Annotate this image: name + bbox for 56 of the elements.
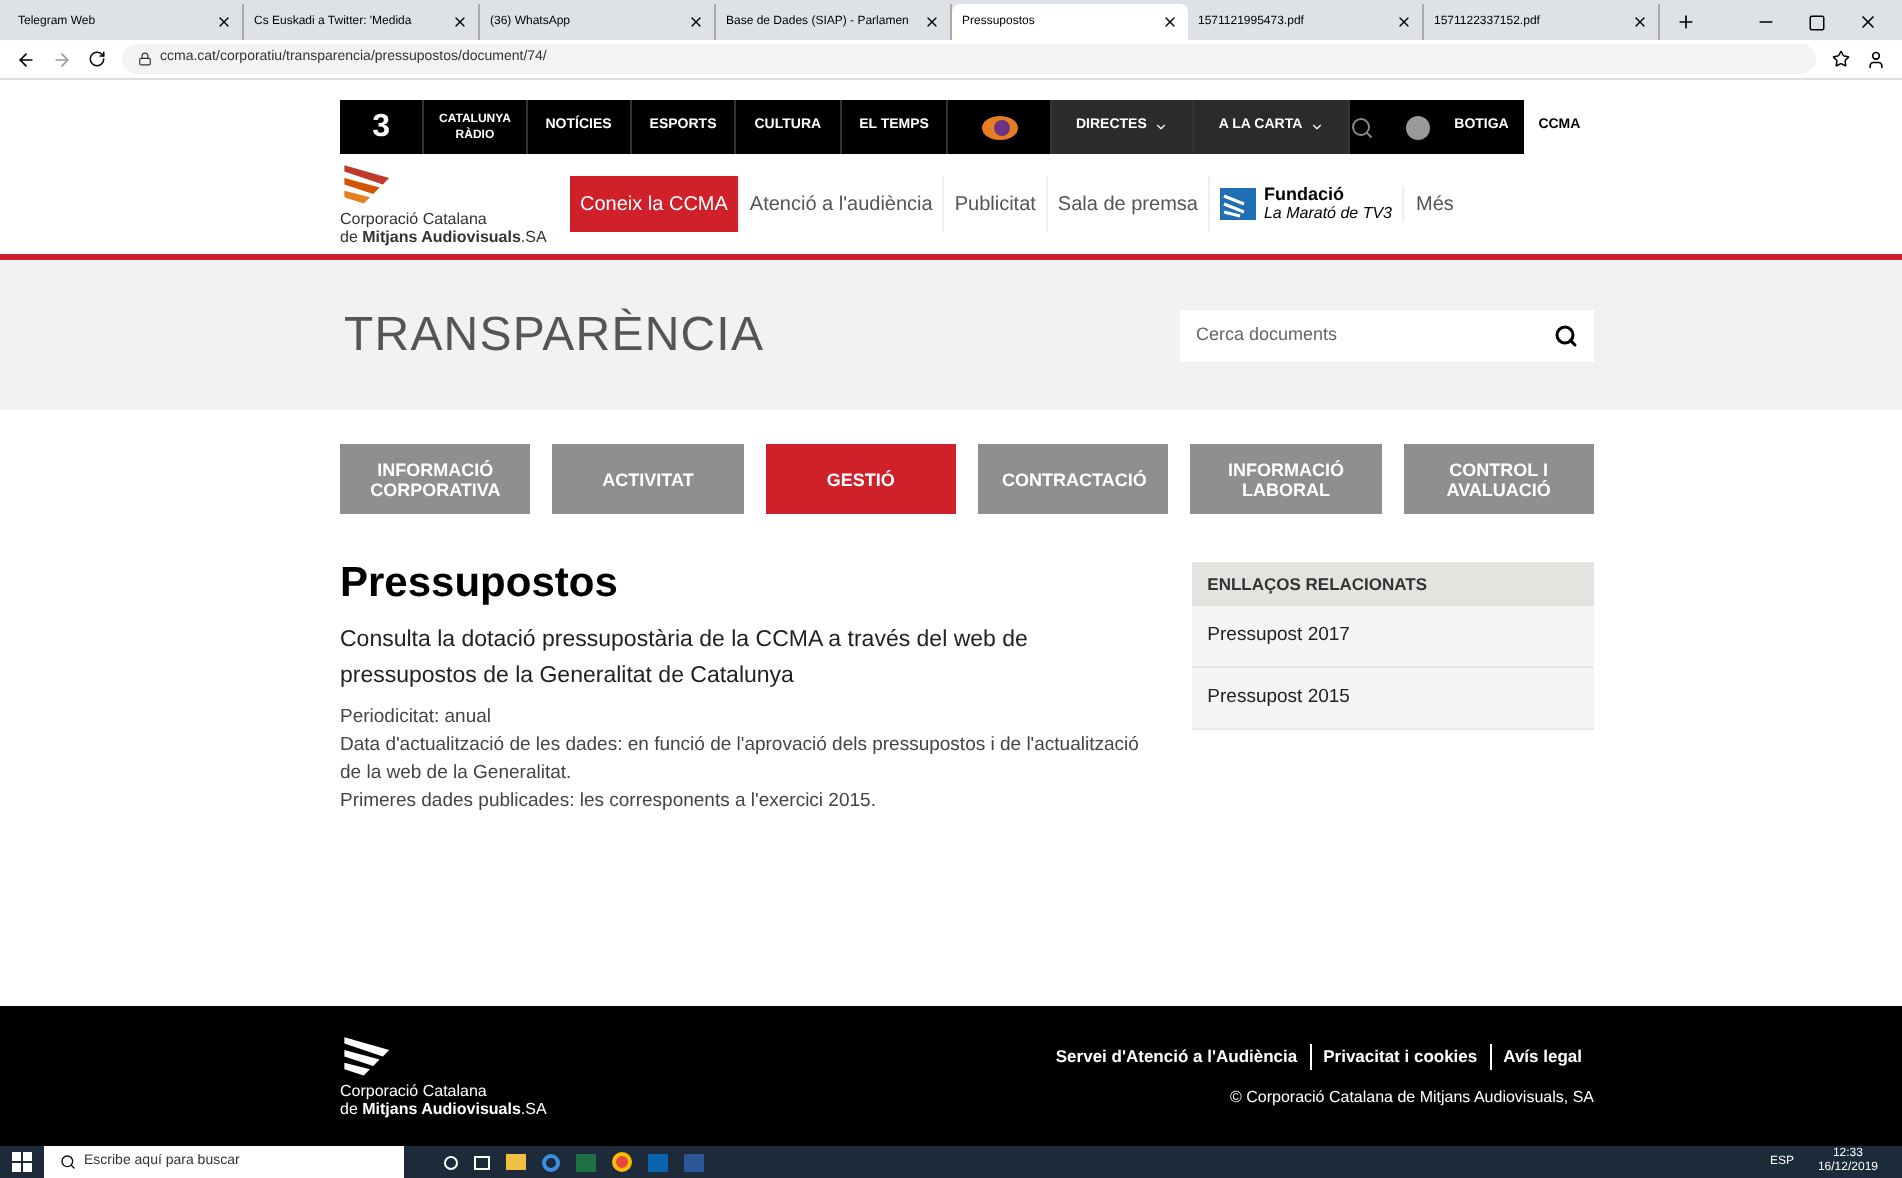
article-text: Primeres dades publicades: les corresponents a l'exercici 2015.: [340, 788, 878, 816]
search-box[interactable]: Cerca documents: [1180, 309, 1594, 361]
tv3-logo[interactable]: 3: [372, 103, 391, 151]
related-link[interactable]: Pressupost 2015: [1207, 683, 1350, 713]
profile-icon[interactable]: [1866, 49, 1886, 69]
chrome-app-icon[interactable]: [612, 1152, 632, 1172]
search-field[interactable]: Cerca documents: [1196, 321, 1538, 349]
close-icon[interactable]: [452, 14, 468, 30]
related-header: ENLLAÇOS RELACIONATS: [1191, 562, 1594, 606]
menu-link[interactable]: Sala de premsa: [1047, 176, 1210, 232]
spreadsheet-app-icon[interactable]: [576, 1153, 596, 1171]
search-icon: [60, 1154, 76, 1170]
cortana-icon[interactable]: [444, 1155, 458, 1169]
menu-link[interactable]: Coneix la CCMA: [570, 176, 740, 232]
windows-icon[interactable]: [12, 1152, 32, 1172]
close-icon[interactable]: [1632, 14, 1648, 30]
footer-link[interactable]: Avís legal: [1489, 1044, 1594, 1070]
bookmark-icon[interactable]: [1832, 50, 1850, 68]
menu-link[interactable]: Atenció a l'audiència: [739, 176, 945, 232]
logo-text: de Mitjans Audiovisuals.SA: [340, 1100, 547, 1118]
reload-icon[interactable]: [88, 50, 106, 68]
close-icon[interactable]: [1396, 14, 1412, 30]
close-icon[interactable]: [1162, 14, 1178, 30]
article-lead: Consulta la dotació pressupostària de la CCMA a través del web de pressupostos de la Generalitat de Catalunya: [340, 626, 1030, 692]
user-avatar[interactable]: [1406, 115, 1431, 139]
task-view-icon[interactable]: [474, 1155, 490, 1169]
foundation-subtitle[interactable]: La Marató de TV3: [1263, 204, 1393, 222]
copyright: © Corporació Catalana de Mitjans Audiovisuals, SA: [1230, 1085, 1594, 1110]
related-link[interactable]: Pressupost 2017: [1207, 621, 1350, 651]
logo-text: de Mitjans Audiovisuals.SA: [340, 228, 547, 246]
browser-app-icon[interactable]: [542, 1153, 560, 1171]
footer-link[interactable]: Privacitat i cookies: [1309, 1044, 1490, 1070]
foundation-name[interactable]: Fundació: [1263, 186, 1393, 204]
mail-app-icon[interactable]: [648, 1153, 668, 1171]
section-tab[interactable]: GESTIÓ: [765, 444, 956, 514]
page-title: TRANSPARÈNCIA: [344, 305, 765, 365]
article-title: Pressupostos: [340, 558, 620, 610]
search-icon[interactable]: [1554, 323, 1578, 347]
article-text: Periodicitat: anual: [340, 704, 494, 732]
menu-link[interactable]: Publicitat: [944, 176, 1048, 232]
character-logo-icon[interactable]: [979, 111, 1020, 143]
new-tab-icon[interactable]: [1676, 12, 1696, 32]
logo-text: Corporació Catalana: [340, 210, 487, 228]
search-icon[interactable]: [1350, 115, 1375, 139]
foundation-logo-icon[interactable]: [1219, 188, 1256, 220]
article-text: Data d'actualització de les dades: en funció de l'aprovació dels pressupostos i de l'actualització de la web de la Generalitat.: [340, 732, 1141, 788]
menu-link[interactable]: Més: [1404, 189, 1466, 219]
close-icon[interactable]: [688, 14, 704, 30]
close-icon[interactable]: [924, 14, 940, 30]
restore-icon[interactable]: [1808, 14, 1826, 32]
footer-link[interactable]: Servei d'Atenció a l'Audiència: [1043, 1044, 1310, 1070]
logo-text: Corporació Catalana: [340, 1082, 487, 1100]
forward-icon[interactable]: [52, 49, 72, 69]
close-icon[interactable]: [216, 14, 232, 30]
back-icon[interactable]: [16, 49, 36, 69]
close-icon[interactable]: [1858, 12, 1878, 32]
